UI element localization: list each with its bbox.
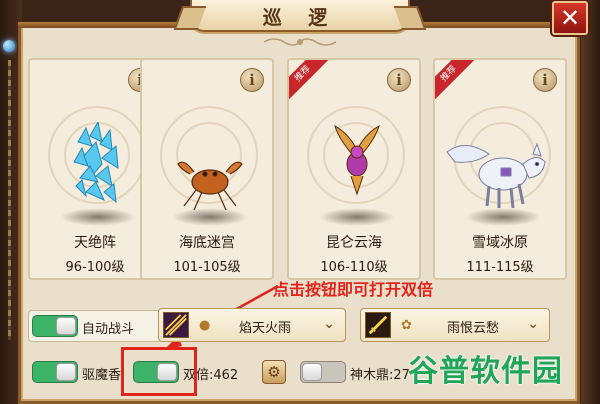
dungeon-card-3[interactable]: 推荐 i 昆仑云海 106-110级 (287, 58, 421, 280)
phoenix-creature-icon (334, 124, 380, 196)
watermark-text: 谷普软件园 (408, 354, 563, 389)
gem-ornament (3, 40, 15, 52)
dungeon-level: 106-110级 (320, 260, 388, 275)
ice-crystal-creature-icon (73, 122, 119, 204)
chevron-down-icon: ⌄ (527, 316, 539, 332)
person-icon: ● (199, 318, 211, 333)
shennong-toggle[interactable] (300, 361, 346, 383)
highlight-box (121, 347, 197, 396)
toggle-knob (56, 317, 76, 335)
auto-battle-label: 自动战斗 (82, 322, 135, 337)
snow-fox-creature-icon (446, 142, 546, 209)
info-button[interactable]: i (240, 68, 264, 92)
watermark: 谷普软件园 (408, 345, 588, 391)
title-plaque: 巡 逻 (190, 0, 410, 32)
dungeon-level: 111-115级 (466, 260, 534, 275)
skill-dropdown-2[interactable]: ✿ 雨恨云愁 ⌄ (360, 308, 550, 342)
recommended-badge: 推荐 (435, 60, 476, 101)
dialog-title: 巡 逻 (262, 7, 338, 29)
recommended-badge: 推荐 (289, 60, 330, 101)
dungeon-name: 雪域冰原 (472, 235, 528, 251)
background-right-edge (580, 0, 600, 404)
toggle-knob (56, 363, 76, 381)
settings-button[interactable]: ⚙ (262, 360, 286, 384)
annotation-text: 点击按钮即可打开双倍 (273, 280, 434, 299)
toggle-knob (302, 363, 322, 381)
demon-incense-toggle[interactable] (32, 361, 78, 383)
dungeon-name: 海底迷宫 (179, 235, 235, 251)
info-button[interactable]: i (387, 68, 411, 92)
close-button[interactable]: ✕ (552, 1, 588, 35)
paw-icon: ✿ (401, 318, 412, 333)
crab-creature-icon (177, 161, 243, 211)
skill-dropdown-1[interactable]: ● 焰天火雨 ⌄ (158, 308, 346, 342)
creature-shadow (319, 208, 395, 226)
chevron-down-icon: ⌄ (323, 316, 335, 332)
fire-rain-skill-icon (163, 312, 189, 338)
title-ornament (263, 38, 337, 46)
dungeon-name: 昆仑云海 (326, 235, 382, 251)
dungeon-card-2[interactable]: i 海底迷宫 101-105级 (140, 58, 274, 280)
demon-incense-label: 驱魔香 (82, 368, 122, 383)
skill-2-label: 雨恨云愁 (447, 321, 500, 336)
auto-battle-toggle[interactable] (32, 315, 78, 337)
skill-1-label: 焰天火雨 (239, 321, 292, 336)
dungeon-card-4[interactable]: 推荐 i 雪域冰原 111-115级 (433, 58, 567, 280)
shennong-label: 神木鼎:27 (350, 368, 410, 383)
close-icon: ✕ (559, 4, 581, 32)
info-button[interactable]: i (533, 68, 557, 92)
chain-ornament (8, 60, 11, 340)
gear-icon: ⚙ (267, 363, 281, 381)
dungeon-level: 101-105级 (173, 260, 241, 275)
sword-skill-icon (365, 312, 391, 338)
